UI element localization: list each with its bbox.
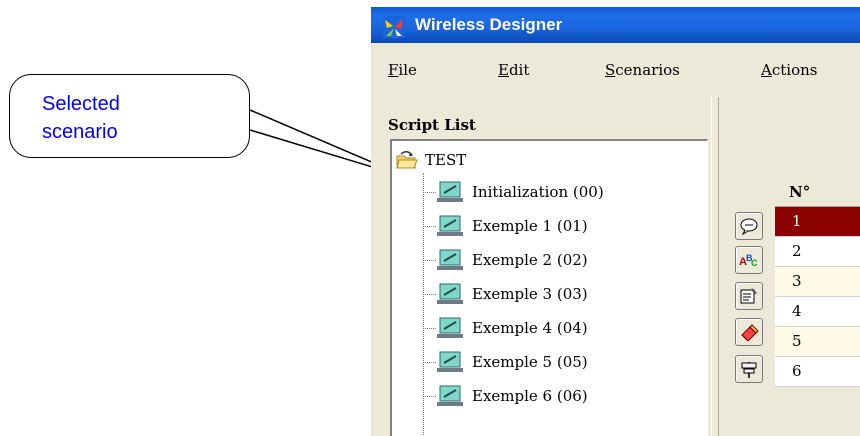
menu-scenarios-mnemonic: S	[605, 61, 616, 79]
script-screen-icon	[437, 283, 463, 304]
menu-edit[interactable]: Edit	[498, 61, 529, 79]
row-number: 6	[792, 362, 802, 380]
menu-actions-mnemonic: A	[761, 61, 772, 79]
speech-bubble-button[interactable]	[735, 212, 763, 240]
tree-branch	[423, 362, 436, 363]
tree-item-label: Exemple 1 (01)	[472, 217, 588, 235]
table-row[interactable]: 2	[775, 237, 860, 267]
tree-item-exemple-4[interactable]: Exemple 4 (04)	[436, 314, 588, 342]
eraser-icon	[741, 324, 759, 341]
tree-root-label: TEST	[425, 151, 467, 169]
script-list-panel: Script List TEST Initialization (00) Exe…	[371, 97, 711, 436]
tree-item-label: Initialization (00)	[472, 183, 604, 201]
table-row[interactable]: 3	[775, 267, 860, 297]
tree-item-exemple-3[interactable]: Exemple 3 (03)	[436, 280, 588, 308]
script-screen-icon	[437, 181, 463, 202]
tree-item-label: Exemple 6 (06)	[472, 387, 588, 405]
tree-item-label: Exemple 2 (02)	[472, 251, 588, 269]
app-icon	[383, 16, 405, 38]
window-title: Wireless Designer	[415, 15, 563, 34]
tree-item-exemple-2[interactable]: Exemple 2 (02)	[436, 246, 588, 274]
spell-check-icon: A BC	[739, 253, 758, 268]
menu-file-mnemonic: F	[388, 61, 399, 79]
table-row[interactable]: 4	[775, 297, 860, 327]
row-number: 3	[792, 272, 802, 290]
script-screen-icon	[437, 317, 463, 338]
table-row[interactable]: 6	[775, 357, 860, 387]
menu-scenarios-label: cenarios	[615, 61, 680, 79]
row-number: 1	[792, 212, 802, 230]
table-row[interactable]: 5	[775, 327, 860, 357]
menu-bar: File Edit Scenarios Actions	[371, 43, 860, 97]
script-screen-icon	[437, 249, 463, 270]
table-row[interactable]: 1	[775, 207, 860, 237]
menu-file[interactable]: File	[388, 61, 417, 79]
panel-splitter[interactable]	[711, 97, 719, 436]
tree-branch	[423, 396, 436, 397]
svg-text:C: C	[751, 258, 758, 268]
tree-item-label: Exemple 4 (04)	[472, 319, 588, 337]
grid-header-label: N°	[789, 183, 811, 201]
folder-open-icon	[396, 151, 418, 169]
signpost-button[interactable]	[735, 355, 763, 383]
title-bar[interactable]: Wireless Designer	[371, 7, 860, 43]
tree-branch	[423, 260, 436, 261]
script-screen-icon	[437, 215, 463, 236]
script-tree[interactable]: TEST Initialization (00) Exemple 1 (01) …	[390, 139, 708, 436]
tree-branch	[423, 328, 436, 329]
menu-actions[interactable]: Actions	[761, 61, 817, 79]
signpost-icon	[741, 362, 757, 378]
menu-actions-label: ctions	[771, 61, 818, 79]
tree-branch	[423, 226, 436, 227]
properties-icon	[740, 288, 757, 304]
tree-item-exemple-5[interactable]: Exemple 5 (05)	[436, 348, 588, 376]
spell-check-button[interactable]: ABC	[735, 246, 763, 274]
tree-item-label: Exemple 5 (05)	[472, 353, 588, 371]
tree-item-initialization[interactable]: Initialization (00)	[436, 178, 604, 206]
speech-bubble-icon	[740, 218, 758, 235]
editor-panel: ABC N° 1 2 3 4 5 6	[719, 97, 860, 436]
menu-scenarios[interactable]: Scenarios	[605, 61, 680, 79]
script-screen-icon	[437, 351, 463, 372]
menu-edit-label: dit	[508, 61, 530, 79]
menu-file-label: ile	[398, 61, 417, 79]
menu-edit-mnemonic: E	[498, 61, 509, 79]
grid-header-number[interactable]: N°	[775, 179, 860, 207]
row-number: 2	[792, 242, 802, 260]
row-number: 5	[792, 332, 802, 350]
properties-button[interactable]	[735, 282, 763, 310]
script-list-label: Script List	[388, 116, 476, 134]
tree-item-label: Exemple 3 (03)	[472, 285, 588, 303]
app-window: Wireless Designer File Edit Scenarios Ac…	[371, 7, 860, 436]
row-number: 4	[792, 302, 802, 320]
tree-item-exemple-6[interactable]: Exemple 6 (06)	[436, 382, 588, 410]
tree-branch	[423, 294, 436, 295]
tree-item-exemple-1[interactable]: Exemple 1 (01)	[436, 212, 588, 240]
eraser-button[interactable]	[735, 318, 763, 346]
tree-branch	[423, 192, 436, 193]
script-screen-icon	[437, 385, 463, 406]
tree-root-test[interactable]: TEST	[395, 149, 466, 171]
